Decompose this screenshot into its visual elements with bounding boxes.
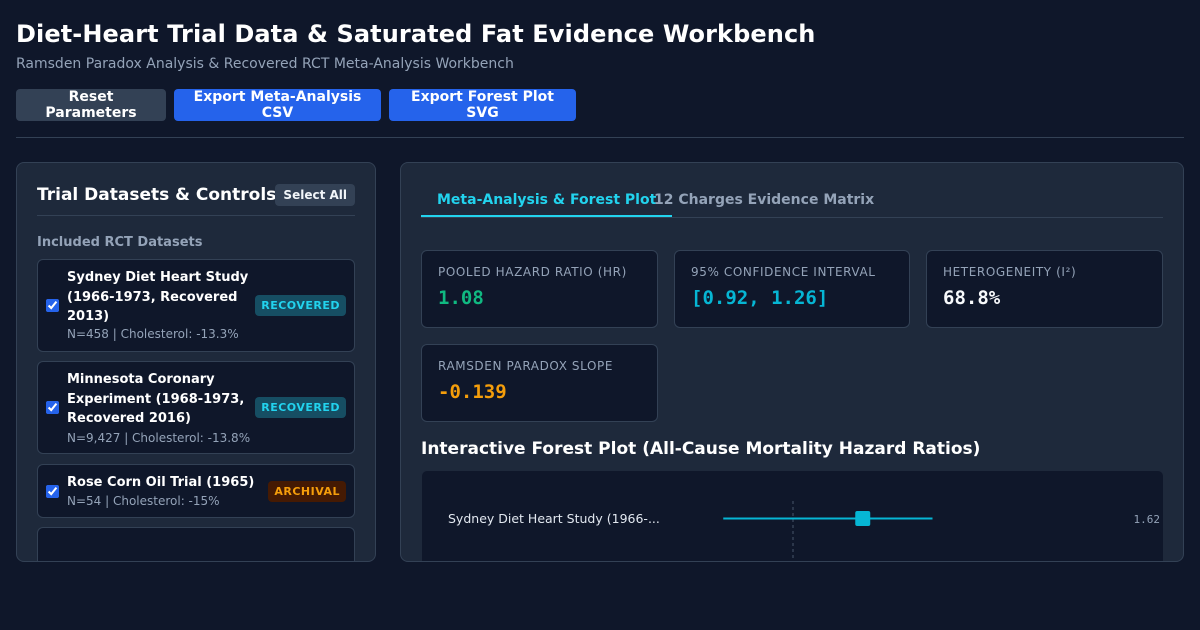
tab-bar: Meta-Analysis & Forest Plot 12 Charges E…: [421, 183, 1163, 218]
select-all-button[interactable]: Select All: [275, 184, 355, 206]
forest-plot: Sydney Diet Heart Study (1966-... 1.62: [421, 470, 1164, 561]
page-title: Diet-Heart Trial Data & Saturated Fat Ev…: [16, 20, 816, 48]
status-badge: RECOVERED: [255, 397, 346, 418]
stat-label: 95% CONFIDENCE INTERVAL: [691, 265, 876, 279]
status-badge: RECOVERED: [255, 295, 346, 316]
stat-value: 68.8%: [943, 287, 1001, 309]
trial-name-line: (1966-1973, Recovered: [67, 289, 238, 305]
forest-plot-title: Interactive Forest Plot (All-Cause Morta…: [421, 439, 981, 459]
forest-point-marker[interactable]: [855, 511, 871, 526]
trial-name: Sydney Diet Heart Study (1966-1973, Reco…: [67, 268, 248, 327]
page-header: Diet-Heart Trial Data & Saturated Fat Ev…: [16, 18, 1184, 74]
stat-label: RAMSDEN PARADOX SLOPE: [438, 359, 614, 373]
toolbar: Reset Parameters Export Meta-Analysis CS…: [16, 89, 576, 121]
meta-analysis-panel: Meta-Analysis & Forest Plot 12 Charges E…: [400, 162, 1184, 562]
tab-evidence-matrix[interactable]: 12 Charges Evidence Matrix: [638, 183, 890, 217]
stat-card-confidence-interval: 95% CONFIDENCE INTERVAL [0.92, 1.26]: [674, 250, 910, 328]
trial-card-rose[interactable]: Rose Corn Oil Trial (1965) N=54 | Choles…: [37, 464, 355, 518]
stat-value: -0.139: [438, 381, 507, 403]
forest-row-value: 1.62: [1134, 513, 1161, 526]
trial-card-sydney[interactable]: Sydney Diet Heart Study (1966-1973, Reco…: [37, 259, 355, 352]
stat-value: 1.08: [438, 287, 484, 309]
header-divider: [16, 137, 1184, 138]
trial-meta: N=54 | Cholesterol: -15%: [67, 494, 220, 508]
trial-checkbox-minnesota[interactable]: [46, 401, 59, 414]
trial-name-line: 2013): [67, 309, 110, 324]
stat-value: [0.92, 1.26]: [691, 287, 829, 309]
trial-name-line: Experiment (1968-1973,: [67, 391, 245, 407]
forest-row-label: Sydney Diet Heart Study (1966-...: [448, 511, 660, 526]
trial-name: Minnesota Coronary Experiment (1968-1973…: [67, 370, 244, 429]
panel-title: Trial Datasets & Controls: [37, 185, 277, 205]
export-csv-button[interactable]: Export Meta-Analysis CSV: [174, 89, 381, 121]
tab-meta-analysis[interactable]: Meta-Analysis & Forest Plot: [421, 183, 673, 217]
trial-checkbox-sydney[interactable]: [46, 299, 59, 312]
trial-card[interactable]: [37, 527, 355, 561]
stat-label: POOLED HAZARD RATIO (HR): [438, 265, 627, 279]
status-badge: ARCHIVAL: [268, 481, 346, 502]
trial-card-minnesota[interactable]: Minnesota Coronary Experiment (1968-1973…: [37, 361, 355, 454]
trial-name: Rose Corn Oil Trial (1965): [67, 475, 255, 490]
export-svg-button[interactable]: Export Forest Plot SVG: [389, 89, 576, 121]
trial-name-line: Minnesota Coronary: [67, 372, 215, 387]
stat-card-heterogeneity: HETEROGENEITY (I²) 68.8%: [926, 250, 1163, 328]
stat-card-ramsden-slope: RAMSDEN PARADOX SLOPE -0.139: [421, 344, 658, 422]
trial-meta: N=9,427 | Cholesterol: -13.8%: [67, 431, 251, 445]
page-subtitle: Ramsden Paradox Analysis & Recovered RCT…: [16, 56, 514, 72]
stat-label: HETEROGENEITY (I²): [943, 265, 1077, 279]
forest-plot-svg: Sydney Diet Heart Study (1966-... 1.62: [448, 501, 1161, 561]
trial-name-line: Sydney Diet Heart Study: [67, 270, 249, 285]
trial-datasets-panel: Trial Datasets & Controls Select All Inc…: [16, 162, 376, 562]
trial-meta: N=458 | Cholesterol: -13.3%: [67, 327, 239, 341]
trial-name-line: Recovered 2016): [67, 411, 191, 426]
reset-parameters-button[interactable]: Reset Parameters: [16, 89, 166, 121]
stat-card-pooled-hr: POOLED HAZARD RATIO (HR) 1.08: [421, 250, 658, 328]
panel-header: Trial Datasets & Controls Select All: [37, 184, 355, 216]
section-label: Included RCT Datasets: [37, 235, 203, 250]
trial-checkbox-rose[interactable]: [46, 485, 59, 498]
